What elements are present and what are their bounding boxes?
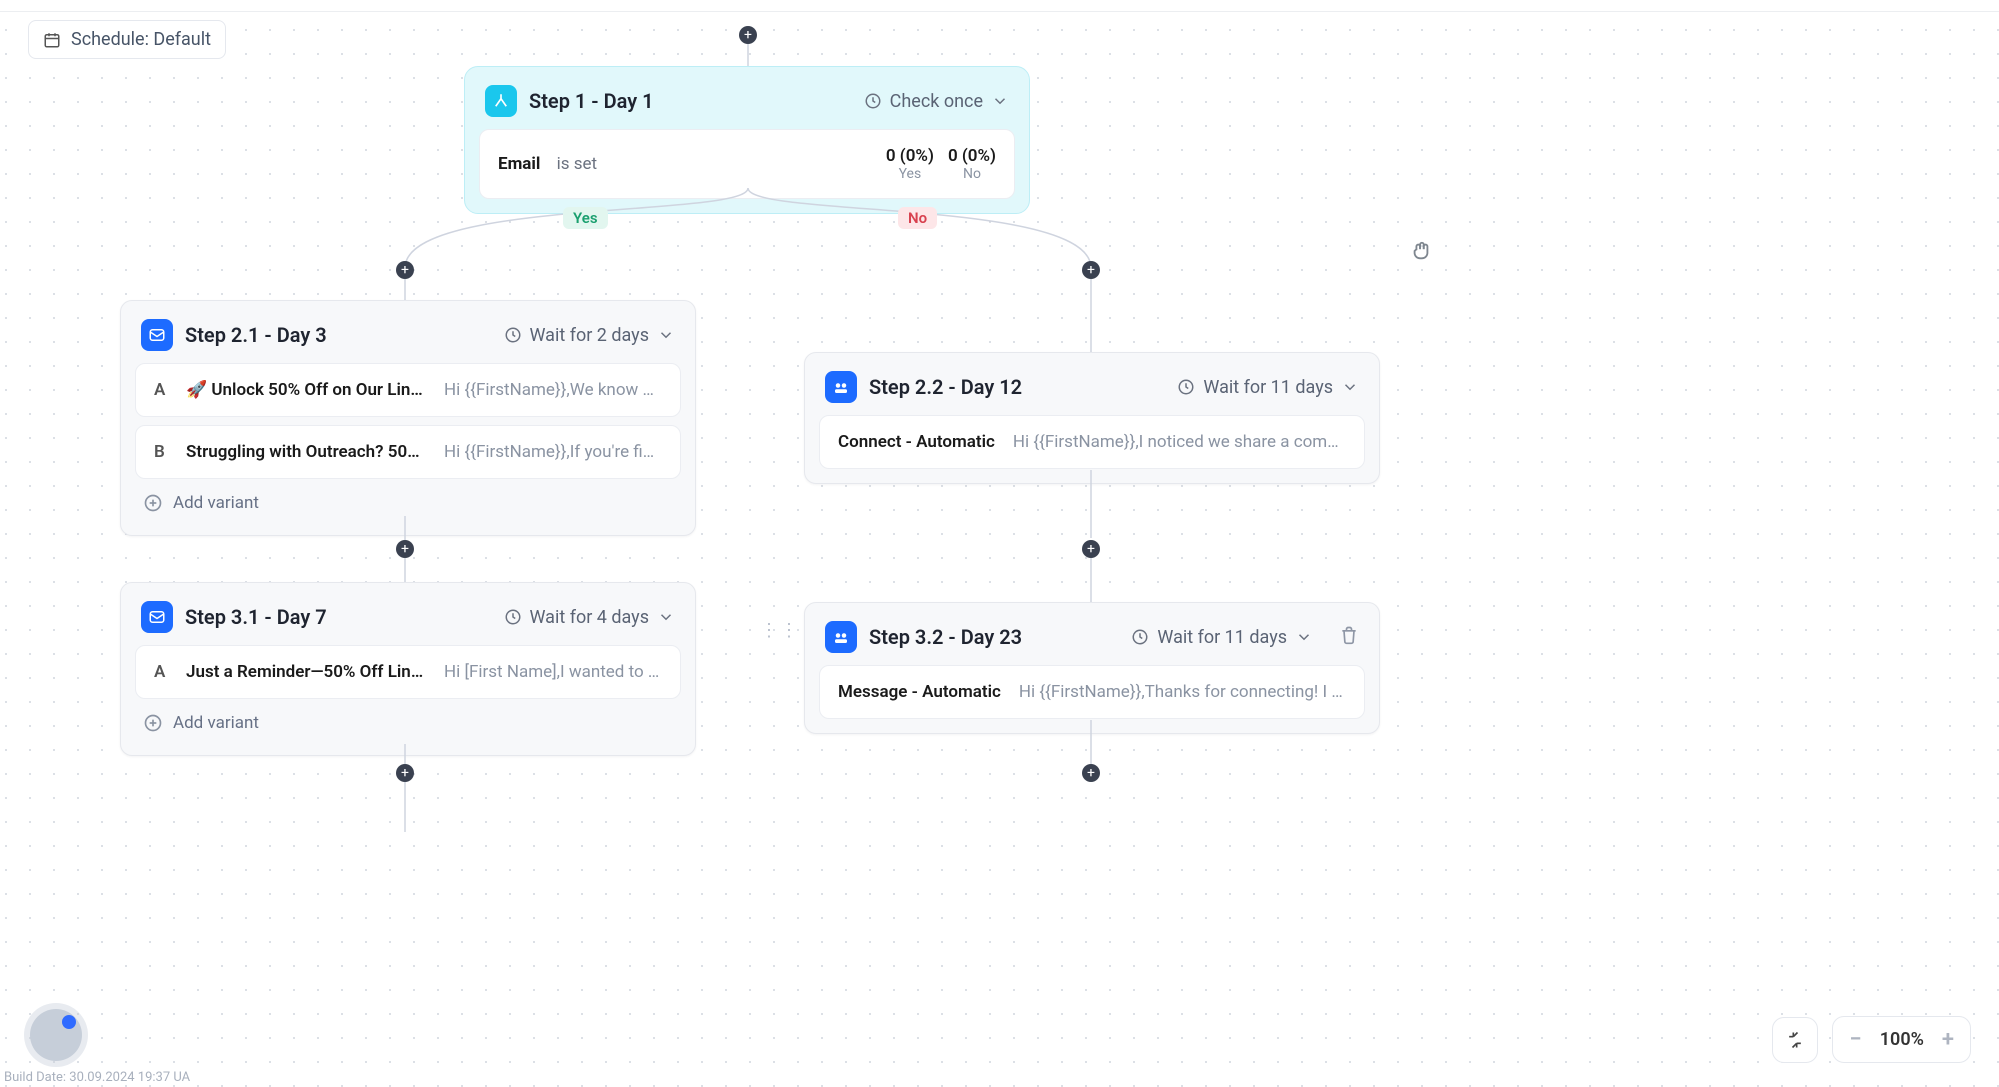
step1-title: Step 1 - Day 1 <box>529 89 654 113</box>
chevron-down-icon <box>1341 378 1359 396</box>
add-step-after-21[interactable]: + <box>396 540 414 558</box>
zoom-in-button[interactable]: + <box>1942 1027 1954 1052</box>
add-step-top[interactable]: + <box>739 26 757 44</box>
zoom-value: 100% <box>1880 1029 1924 1050</box>
step21-node[interactable]: Step 2.1 - Day 3 Wait for 2 days A 🚀 Unl… <box>120 300 696 536</box>
pan-cursor-icon <box>1410 240 1432 266</box>
step22-wait[interactable]: Wait for 11 days <box>1177 377 1359 398</box>
step32-node[interactable]: Step 3.2 - Day 23 Wait for 11 days Messa… <box>804 602 1380 734</box>
linkedin-icon <box>825 621 857 653</box>
add-variant-31[interactable]: Add variant <box>135 699 681 741</box>
chevron-down-icon <box>1295 628 1313 646</box>
step31-title: Step 3.1 - Day 7 <box>185 605 327 629</box>
zoom-out-button[interactable]: − <box>1849 1027 1861 1052</box>
add-step-after-32[interactable]: + <box>1082 764 1100 782</box>
plus-circle-icon <box>143 713 163 733</box>
add-step-after-22[interactable]: + <box>1082 540 1100 558</box>
step32-title: Step 3.2 - Day 23 <box>869 625 1022 649</box>
variant-a[interactable]: A Just a Reminder—50% Off Linke... Hi [F… <box>135 645 681 699</box>
build-stamp: Build Date: 30.09.2024 19:37 UA <box>4 1070 190 1085</box>
clock-icon <box>504 608 522 626</box>
add-step-yes[interactable]: + <box>396 261 414 279</box>
chat-widget[interactable] <box>30 1009 82 1061</box>
linkedin-icon <box>825 371 857 403</box>
collapse-icon <box>1785 1030 1805 1050</box>
chevron-down-icon <box>991 92 1009 110</box>
delete-step-button[interactable] <box>1339 625 1359 649</box>
step22-title: Step 2.2 - Day 12 <box>869 375 1022 399</box>
branch-yes-chip: Yes <box>563 207 608 229</box>
step31-node[interactable]: Step 3.1 - Day 7 Wait for 4 days A Just … <box>120 582 696 756</box>
step1-stats: 0 (0%)Yes 0 (0%)No <box>886 146 996 182</box>
clock-icon <box>864 92 882 110</box>
chevron-down-icon <box>657 608 675 626</box>
plus-circle-icon <box>143 493 163 513</box>
step21-wait[interactable]: Wait for 2 days <box>504 325 676 346</box>
branch-icon <box>485 85 517 117</box>
chevron-down-icon <box>657 326 675 344</box>
schedule-label: Schedule: Default <box>71 29 211 50</box>
clock-icon <box>1177 378 1195 396</box>
email-icon <box>141 319 173 351</box>
cond-op: is set <box>557 154 597 174</box>
zoom-control: − 100% + <box>1832 1016 1971 1063</box>
step32-row[interactable]: Message - Automatic Hi {{FirstName}},Tha… <box>819 665 1365 719</box>
step1-condition-row[interactable]: Email is set 0 (0%)Yes 0 (0%)No <box>479 129 1015 199</box>
step21-title: Step 2.1 - Day 3 <box>185 323 327 347</box>
branch-no-chip: No <box>898 207 937 229</box>
step22-row[interactable]: Connect - Automatic Hi {{FirstName}},I n… <box>819 415 1365 469</box>
variant-b[interactable]: B Struggling with Outreach? 50% ... Hi {… <box>135 425 681 479</box>
drag-handle[interactable]: ⋮⋮ <box>760 620 800 641</box>
schedule-selector[interactable]: Schedule: Default <box>28 20 226 59</box>
step31-wait[interactable]: Wait for 4 days <box>504 607 676 628</box>
cond-field: Email <box>498 154 540 174</box>
email-icon <box>141 601 173 633</box>
clock-icon <box>1131 628 1149 646</box>
variant-a[interactable]: A 🚀 Unlock 50% Off on Our Linked... Hi {… <box>135 363 681 417</box>
add-step-after-31[interactable]: + <box>396 764 414 782</box>
add-variant-21[interactable]: Add variant <box>135 479 681 521</box>
step22-node[interactable]: Step 2.2 - Day 12 Wait for 11 days Conne… <box>804 352 1380 484</box>
add-step-no[interactable]: + <box>1082 261 1100 279</box>
step32-wait[interactable]: Wait for 11 days <box>1131 627 1313 648</box>
fit-view-button[interactable] <box>1772 1017 1818 1063</box>
step1-node[interactable]: Step 1 - Day 1 Check once Email is set 0… <box>464 66 1030 214</box>
step1-schedule[interactable]: Check once <box>864 91 1009 112</box>
clock-icon <box>504 326 522 344</box>
calendar-icon <box>43 31 61 49</box>
